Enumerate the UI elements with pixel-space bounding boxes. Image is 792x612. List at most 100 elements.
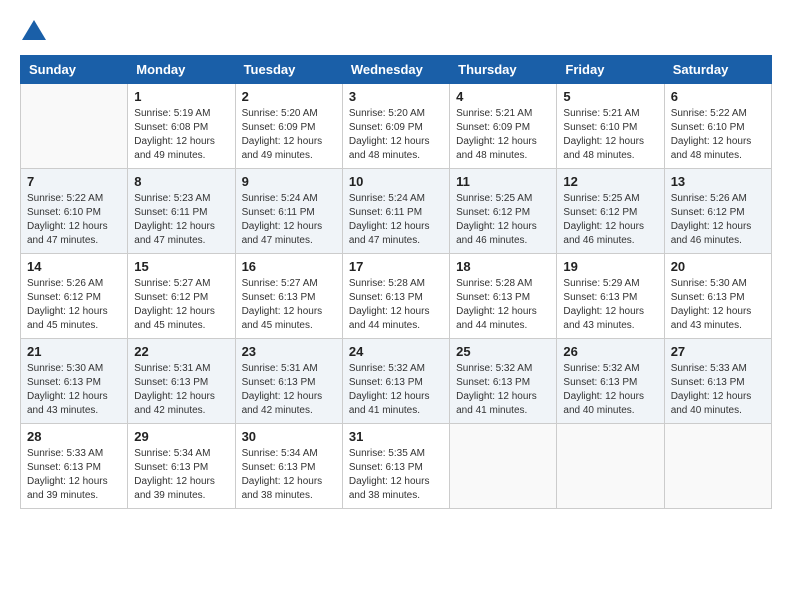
day-info: Sunrise: 5:33 AM Sunset: 6:13 PM Dayligh… bbox=[27, 447, 121, 503]
day-info: Sunrise: 5:32 AM Sunset: 6:13 PM Dayligh… bbox=[456, 362, 550, 418]
day-header-monday: Monday bbox=[128, 56, 235, 84]
day-header-wednesday: Wednesday bbox=[342, 56, 449, 84]
calendar-cell: 5 Sunrise: 5:21 AM Sunset: 6:10 PM Daylig… bbox=[557, 84, 664, 169]
day-number: 16 bbox=[242, 259, 336, 274]
day-number: 14 bbox=[27, 259, 121, 274]
calendar-cell: 21 Sunrise: 5:30 AM Sunset: 6:13 PM Dayli… bbox=[21, 339, 128, 424]
day-number: 31 bbox=[349, 429, 443, 444]
day-number: 21 bbox=[27, 344, 121, 359]
calendar-cell: 27 Sunrise: 5:33 AM Sunset: 6:13 PM Dayli… bbox=[664, 339, 771, 424]
day-info: Sunrise: 5:27 AM Sunset: 6:13 PM Dayligh… bbox=[242, 277, 336, 333]
day-info: Sunrise: 5:33 AM Sunset: 6:13 PM Dayligh… bbox=[671, 362, 765, 418]
day-header-tuesday: Tuesday bbox=[235, 56, 342, 84]
calendar-cell: 9Sunrise: 5:24 AM Sunset: 6:11 PM Daylig… bbox=[235, 169, 342, 254]
days-header-row: SundayMondayTuesdayWednesdayThursdayFrid… bbox=[21, 56, 772, 84]
day-info: Sunrise: 5:27 AM Sunset: 6:12 PM Dayligh… bbox=[134, 277, 228, 333]
calendar-cell: 18 Sunrise: 5:28 AM Sunset: 6:13 PM Dayli… bbox=[450, 254, 557, 339]
day-info: Sunrise: 5:30 AM Sunset: 6:13 PM Dayligh… bbox=[27, 362, 121, 418]
day-info: Sunrise: 5:32 AM Sunset: 6:13 PM Dayligh… bbox=[349, 362, 443, 418]
calendar-cell: 8Sunrise: 5:23 AM Sunset: 6:11 PM Daylig… bbox=[128, 169, 235, 254]
day-number: 29 bbox=[134, 429, 228, 444]
day-number: 30 bbox=[242, 429, 336, 444]
day-header-saturday: Saturday bbox=[664, 56, 771, 84]
day-info: Sunrise: 5:26 AM Sunset: 6:12 PM Dayligh… bbox=[27, 277, 121, 333]
week-row-2: 14 Sunrise: 5:26 AM Sunset: 6:12 PM Dayli… bbox=[21, 254, 772, 339]
calendar-cell: 13 Sunrise: 5:26 AM Sunset: 6:12 PM Dayli… bbox=[664, 169, 771, 254]
logo bbox=[20, 20, 46, 45]
day-info: Sunrise: 5:35 AM Sunset: 6:13 PM Dayligh… bbox=[349, 447, 443, 503]
day-info: Sunrise: 5:32 AM Sunset: 6:13 PM Dayligh… bbox=[563, 362, 657, 418]
day-number: 9 bbox=[242, 174, 336, 189]
calendar-cell: 29Sunrise: 5:34 AM Sunset: 6:13 PM Dayli… bbox=[128, 424, 235, 509]
day-number: 24 bbox=[349, 344, 443, 359]
day-info: Sunrise: 5:24 AM Sunset: 6:11 PM Dayligh… bbox=[349, 192, 443, 248]
week-row-3: 21 Sunrise: 5:30 AM Sunset: 6:13 PM Dayli… bbox=[21, 339, 772, 424]
day-number: 5 bbox=[563, 89, 657, 104]
day-number: 3 bbox=[349, 89, 443, 104]
calendar-cell: 10 Sunrise: 5:24 AM Sunset: 6:11 PM Dayli… bbox=[342, 169, 449, 254]
calendar-cell: 24 Sunrise: 5:32 AM Sunset: 6:13 PM Dayli… bbox=[342, 339, 449, 424]
calendar-cell: 2Sunrise: 5:20 AM Sunset: 6:09 PM Daylig… bbox=[235, 84, 342, 169]
day-info: Sunrise: 5:22 AM Sunset: 6:10 PM Dayligh… bbox=[671, 107, 765, 163]
calendar-cell: 26 Sunrise: 5:32 AM Sunset: 6:13 PM Dayli… bbox=[557, 339, 664, 424]
day-number: 4 bbox=[456, 89, 550, 104]
day-info: Sunrise: 5:25 AM Sunset: 6:12 PM Dayligh… bbox=[563, 192, 657, 248]
day-info: Sunrise: 5:22 AM Sunset: 6:10 PM Dayligh… bbox=[27, 192, 121, 248]
calendar-cell: 19 Sunrise: 5:29 AM Sunset: 6:13 PM Dayli… bbox=[557, 254, 664, 339]
day-info: Sunrise: 5:29 AM Sunset: 6:13 PM Dayligh… bbox=[563, 277, 657, 333]
day-number: 18 bbox=[456, 259, 550, 274]
day-info: Sunrise: 5:19 AM Sunset: 6:08 PM Dayligh… bbox=[134, 107, 228, 163]
calendar-cell: 28Sunrise: 5:33 AM Sunset: 6:13 PM Dayli… bbox=[21, 424, 128, 509]
day-header-sunday: Sunday bbox=[21, 56, 128, 84]
calendar-table: SundayMondayTuesdayWednesdayThursdayFrid… bbox=[20, 55, 772, 509]
calendar-cell: 17 Sunrise: 5:28 AM Sunset: 6:13 PM Dayli… bbox=[342, 254, 449, 339]
calendar-cell: 15Sunrise: 5:27 AM Sunset: 6:12 PM Dayli… bbox=[128, 254, 235, 339]
day-number: 19 bbox=[563, 259, 657, 274]
day-info: Sunrise: 5:20 AM Sunset: 6:09 PM Dayligh… bbox=[349, 107, 443, 163]
day-number: 25 bbox=[456, 344, 550, 359]
calendar-cell: 1 Sunrise: 5:19 AM Sunset: 6:08 PM Daylig… bbox=[128, 84, 235, 169]
day-info: Sunrise: 5:20 AM Sunset: 6:09 PM Dayligh… bbox=[242, 107, 336, 163]
logo-icon bbox=[22, 20, 46, 40]
day-info: Sunrise: 5:25 AM Sunset: 6:12 PM Dayligh… bbox=[456, 192, 550, 248]
day-info: Sunrise: 5:23 AM Sunset: 6:11 PM Dayligh… bbox=[134, 192, 228, 248]
calendar-cell: 4 Sunrise: 5:21 AM Sunset: 6:09 PM Daylig… bbox=[450, 84, 557, 169]
day-number: 7 bbox=[27, 174, 121, 189]
calendar-cell bbox=[450, 424, 557, 509]
calendar-cell: 22Sunrise: 5:31 AM Sunset: 6:13 PM Dayli… bbox=[128, 339, 235, 424]
calendar-cell: 3 Sunrise: 5:20 AM Sunset: 6:09 PM Daylig… bbox=[342, 84, 449, 169]
calendar-cell: 25 Sunrise: 5:32 AM Sunset: 6:13 PM Dayli… bbox=[450, 339, 557, 424]
calendar-cell: 12 Sunrise: 5:25 AM Sunset: 6:12 PM Dayli… bbox=[557, 169, 664, 254]
calendar-cell: 16 Sunrise: 5:27 AM Sunset: 6:13 PM Dayli… bbox=[235, 254, 342, 339]
day-info: Sunrise: 5:28 AM Sunset: 6:13 PM Dayligh… bbox=[349, 277, 443, 333]
day-header-thursday: Thursday bbox=[450, 56, 557, 84]
day-number: 6 bbox=[671, 89, 765, 104]
day-number: 1 bbox=[134, 89, 228, 104]
day-number: 27 bbox=[671, 344, 765, 359]
day-header-friday: Friday bbox=[557, 56, 664, 84]
calendar-cell: 14 Sunrise: 5:26 AM Sunset: 6:12 PM Dayli… bbox=[21, 254, 128, 339]
header bbox=[20, 20, 772, 45]
calendar-cell: 31 Sunrise: 5:35 AM Sunset: 6:13 PM Dayli… bbox=[342, 424, 449, 509]
calendar-cell: 7 Sunrise: 5:22 AM Sunset: 6:10 PM Daylig… bbox=[21, 169, 128, 254]
day-info: Sunrise: 5:28 AM Sunset: 6:13 PM Dayligh… bbox=[456, 277, 550, 333]
day-number: 26 bbox=[563, 344, 657, 359]
week-row-0: 1 Sunrise: 5:19 AM Sunset: 6:08 PM Daylig… bbox=[21, 84, 772, 169]
week-row-1: 7 Sunrise: 5:22 AM Sunset: 6:10 PM Daylig… bbox=[21, 169, 772, 254]
week-row-4: 28Sunrise: 5:33 AM Sunset: 6:13 PM Dayli… bbox=[21, 424, 772, 509]
day-info: Sunrise: 5:21 AM Sunset: 6:09 PM Dayligh… bbox=[456, 107, 550, 163]
logo-content bbox=[20, 20, 46, 45]
day-number: 10 bbox=[349, 174, 443, 189]
calendar-cell: 11 Sunrise: 5:25 AM Sunset: 6:12 PM Dayli… bbox=[450, 169, 557, 254]
day-number: 17 bbox=[349, 259, 443, 274]
calendar-cell: 23Sunrise: 5:31 AM Sunset: 6:13 PM Dayli… bbox=[235, 339, 342, 424]
calendar-cell bbox=[557, 424, 664, 509]
day-info: Sunrise: 5:34 AM Sunset: 6:13 PM Dayligh… bbox=[242, 447, 336, 503]
day-number: 11 bbox=[456, 174, 550, 189]
calendar-cell bbox=[664, 424, 771, 509]
day-info: Sunrise: 5:26 AM Sunset: 6:12 PM Dayligh… bbox=[671, 192, 765, 248]
day-info: Sunrise: 5:21 AM Sunset: 6:10 PM Dayligh… bbox=[563, 107, 657, 163]
day-info: Sunrise: 5:31 AM Sunset: 6:13 PM Dayligh… bbox=[242, 362, 336, 418]
day-number: 12 bbox=[563, 174, 657, 189]
day-number: 13 bbox=[671, 174, 765, 189]
